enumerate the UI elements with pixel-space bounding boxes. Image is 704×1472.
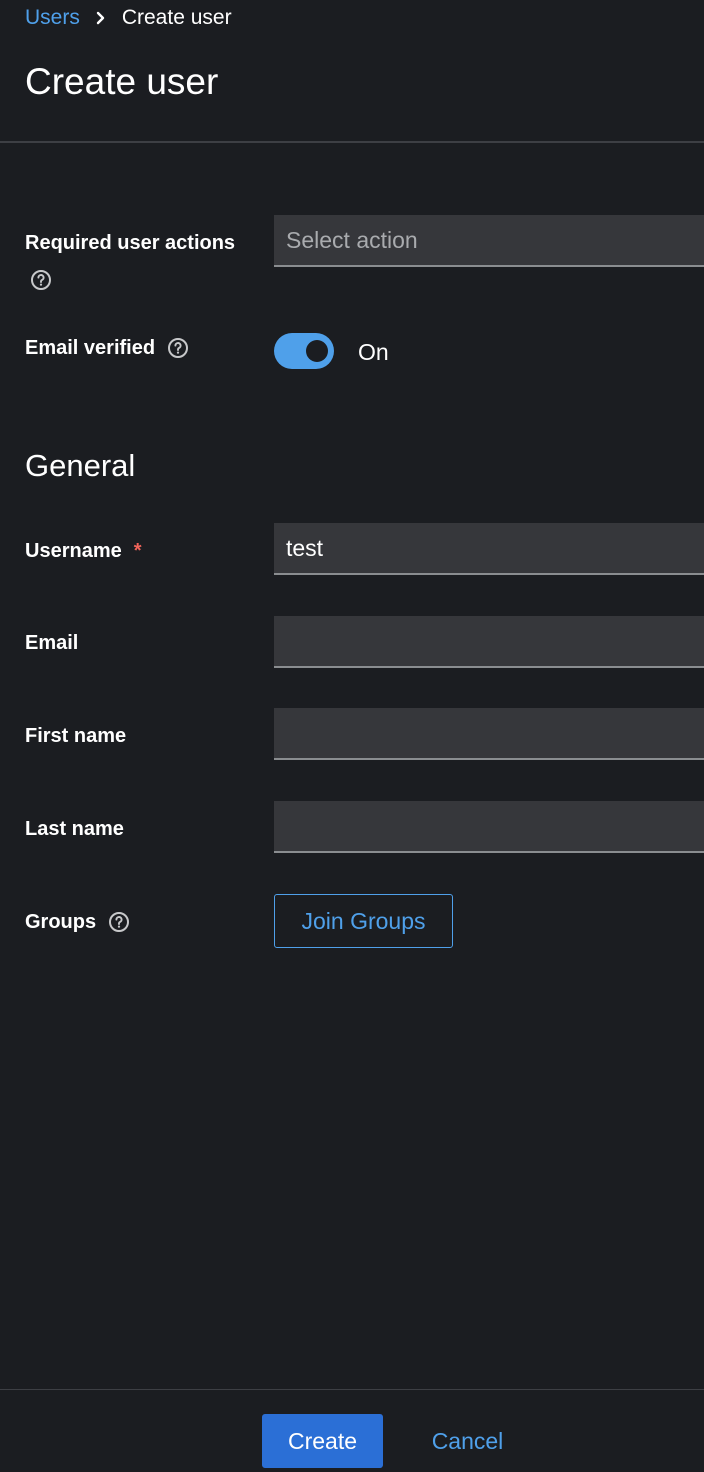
email-verified-state: On	[358, 339, 389, 365]
username-label-text: Username	[25, 540, 122, 562]
footer-divider	[0, 1389, 704, 1390]
toggle-knob	[306, 340, 328, 362]
question-circle-icon[interactable]	[167, 337, 189, 359]
username-label: Username *	[25, 537, 142, 565]
groups-label: Groups	[25, 908, 130, 936]
email-label-text: Email	[25, 632, 79, 654]
create-user-page: Users Create user Create user Required u…	[0, 0, 704, 1472]
last-name-label-text: Last name	[25, 818, 124, 840]
email-verified-label-text: Email verified	[25, 337, 156, 359]
general-section-title: General	[25, 448, 136, 483]
breadcrumb-users-link[interactable]: Users	[25, 6, 80, 30]
email-input[interactable]	[274, 616, 704, 668]
page-title: Create user	[25, 61, 219, 102]
required-actions-label-text: Required user actions	[25, 232, 236, 254]
required-actions-select[interactable]: Select action	[274, 215, 704, 267]
first-name-label-text: First name	[25, 725, 127, 747]
question-circle-icon[interactable]	[30, 269, 52, 291]
email-verified-toggle[interactable]	[274, 333, 334, 369]
groups-label-text: Groups	[25, 911, 97, 933]
required-marker: *	[133, 540, 142, 562]
create-button[interactable]: Create	[262, 1414, 383, 1468]
required-actions-label: Required user actions	[25, 229, 235, 257]
header-divider	[0, 141, 704, 143]
last-name-label: Last name	[25, 815, 124, 843]
first-name-label: First name	[25, 722, 126, 750]
question-circle-icon[interactable]	[108, 911, 130, 933]
last-name-input[interactable]	[274, 801, 704, 853]
join-groups-button[interactable]: Join Groups	[274, 894, 453, 948]
cancel-button[interactable]: Cancel	[410, 1414, 525, 1468]
email-label: Email	[25, 629, 78, 657]
email-verified-label: Email verified	[25, 334, 189, 362]
username-input[interactable]	[274, 523, 704, 575]
chevron-right-icon	[86, 4, 116, 32]
breadcrumb-current: Create user	[121, 6, 232, 29]
first-name-input[interactable]	[274, 708, 704, 760]
breadcrumb: Users Create user	[25, 4, 232, 32]
